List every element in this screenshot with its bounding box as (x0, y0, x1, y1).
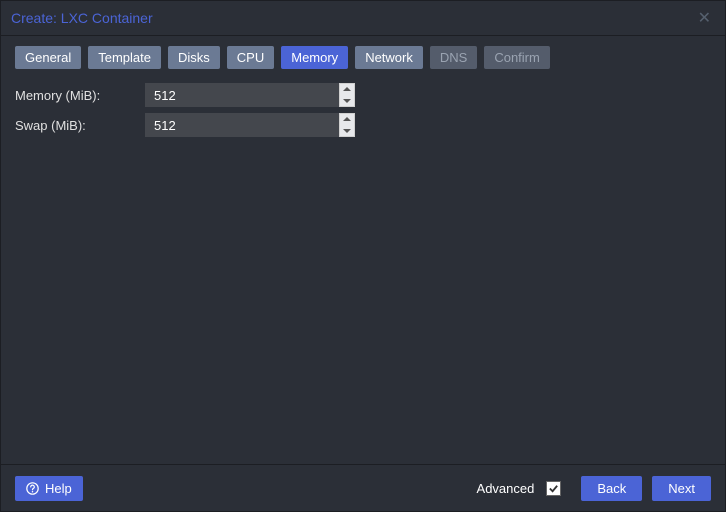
tab-general[interactable]: General (15, 46, 81, 69)
chevron-up-icon (343, 87, 351, 92)
memory-row: Memory (MiB): (15, 80, 711, 110)
footer: Help Advanced Back Next (1, 464, 725, 511)
memory-spin-down[interactable] (340, 95, 354, 106)
titlebar: Create: LXC Container ✕ (1, 1, 725, 36)
tab-template[interactable]: Template (88, 46, 161, 69)
memory-spin-up[interactable] (340, 84, 354, 95)
chevron-up-icon (343, 117, 351, 122)
advanced-checkbox[interactable] (546, 481, 561, 496)
chevron-down-icon (343, 128, 351, 133)
tab-confirm: Confirm (484, 46, 550, 69)
tab-memory[interactable]: Memory (281, 46, 348, 69)
memory-field-wrap (145, 83, 355, 107)
tab-disks[interactable]: Disks (168, 46, 220, 69)
back-button[interactable]: Back (581, 476, 642, 501)
memory-spinner (339, 83, 355, 107)
help-icon (26, 482, 39, 495)
window-title: Create: LXC Container (11, 10, 694, 26)
next-button[interactable]: Next (652, 476, 711, 501)
close-icon[interactable]: ✕ (694, 6, 715, 30)
memory-label: Memory (MiB): (15, 88, 145, 103)
memory-input[interactable] (145, 83, 339, 107)
chevron-down-icon (343, 98, 351, 103)
swap-input[interactable] (145, 113, 339, 137)
tab-cpu[interactable]: CPU (227, 46, 274, 69)
create-container-dialog: Create: LXC Container ✕ General Template… (0, 0, 726, 512)
swap-spin-up[interactable] (340, 114, 354, 125)
swap-label: Swap (MiB): (15, 118, 145, 133)
help-label: Help (45, 481, 72, 496)
swap-row: Swap (MiB): (15, 110, 711, 140)
swap-field-wrap (145, 113, 355, 137)
advanced-label: Advanced (477, 481, 535, 496)
check-icon (548, 483, 559, 494)
swap-spinner (339, 113, 355, 137)
form-body: Memory (MiB): Swap (MiB): (1, 78, 725, 464)
help-button[interactable]: Help (15, 476, 83, 501)
tab-network[interactable]: Network (355, 46, 423, 69)
swap-spin-down[interactable] (340, 125, 354, 136)
tab-bar: General Template Disks CPU Memory Networ… (1, 36, 725, 78)
tab-dns: DNS (430, 46, 477, 69)
